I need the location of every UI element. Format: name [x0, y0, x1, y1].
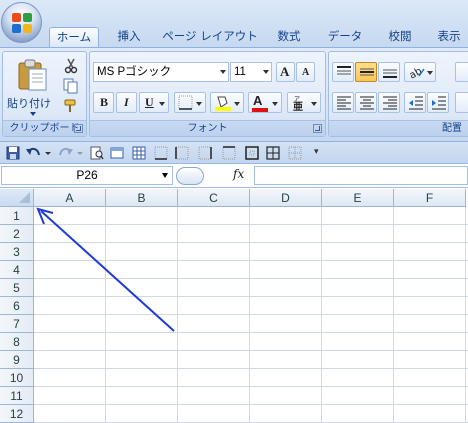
- annotation-arrow: [36, 207, 175, 332]
- annotation-arrow-shaft: [40, 210, 175, 332]
- annotation-arrow-head: [36, 207, 54, 225]
